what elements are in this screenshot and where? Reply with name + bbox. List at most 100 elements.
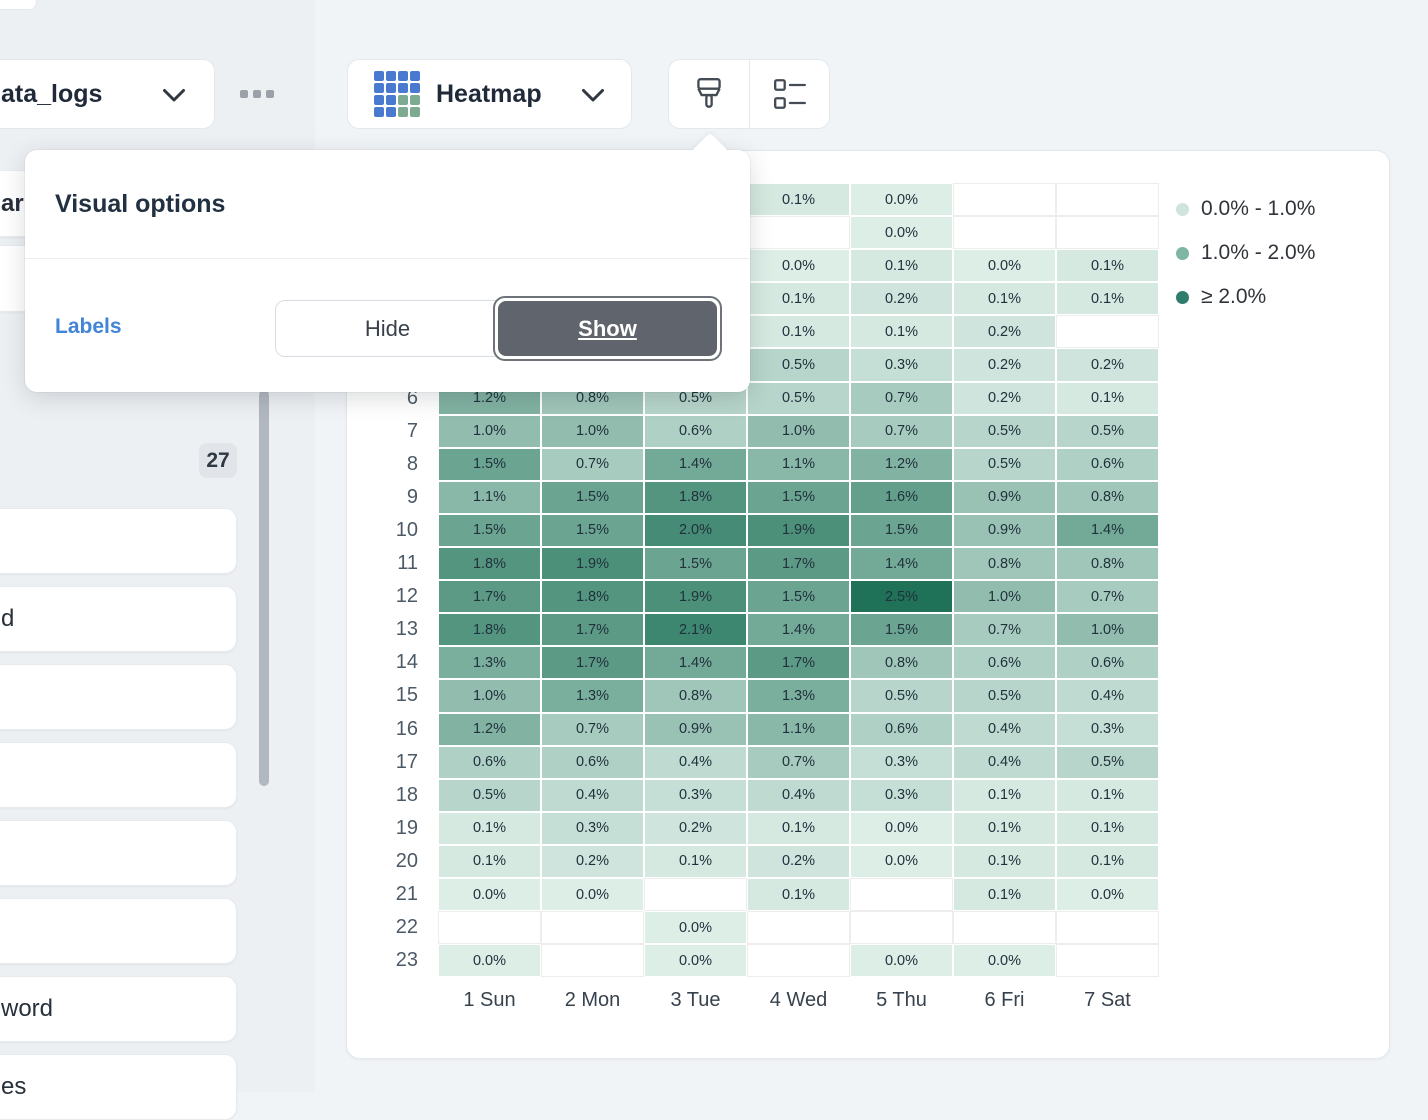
heatmap-cell[interactable]: 1.3% xyxy=(541,679,644,712)
heatmap-cell[interactable]: 1.2% xyxy=(438,713,541,746)
heatmap-cell[interactable]: 1.7% xyxy=(541,613,644,646)
heatmap-cell[interactable]: 1.7% xyxy=(747,646,850,679)
heatmap-cell[interactable]: 0.8% xyxy=(953,547,1056,580)
heatmap-cell[interactable]: 0.9% xyxy=(953,514,1056,547)
heatmap-cell[interactable]: 0.1% xyxy=(747,183,850,216)
heatmap-cell[interactable]: 0.5% xyxy=(1056,415,1159,448)
heatmap-cell[interactable]: 0.2% xyxy=(953,315,1056,348)
heatmap-cell[interactable]: 0.5% xyxy=(850,679,953,712)
heatmap-cell[interactable]: 2.1% xyxy=(644,613,747,646)
heatmap-cell[interactable]: 1.0% xyxy=(438,415,541,448)
heatmap-cell[interactable]: 0.3% xyxy=(850,348,953,381)
heatmap-cell[interactable]: 0.0% xyxy=(850,183,953,216)
heatmap-cell[interactable]: 0.6% xyxy=(644,415,747,448)
heatmap-cell[interactable]: 1.5% xyxy=(850,514,953,547)
heatmap-cell[interactable]: 1.8% xyxy=(644,481,747,514)
heatmap-cell[interactable]: 0.1% xyxy=(1056,249,1159,282)
heatmap-cell[interactable]: 0.5% xyxy=(747,348,850,381)
heatmap-cell[interactable]: 1.0% xyxy=(1056,613,1159,646)
heatmap-cell[interactable]: 0.1% xyxy=(1056,779,1159,812)
heatmap-cell[interactable]: 0.1% xyxy=(953,878,1056,911)
heatmap-cell[interactable]: 0.2% xyxy=(1056,348,1159,381)
heatmap-cell[interactable]: 0.7% xyxy=(541,713,644,746)
heatmap-cell[interactable]: 0.2% xyxy=(644,812,747,845)
heatmap-cell[interactable]: 0.2% xyxy=(747,845,850,878)
list-item[interactable] xyxy=(0,664,237,730)
list-item[interactable] xyxy=(0,742,237,808)
heatmap-cell[interactable]: 0.3% xyxy=(644,779,747,812)
heatmap-cell[interactable]: 1.0% xyxy=(541,415,644,448)
heatmap-cell[interactable]: 0.7% xyxy=(953,613,1056,646)
heatmap-cell[interactable]: 0.8% xyxy=(644,679,747,712)
heatmap-cell[interactable]: 0.8% xyxy=(1056,547,1159,580)
heatmap-cell[interactable]: 0.8% xyxy=(1056,481,1159,514)
heatmap-cell[interactable]: 1.7% xyxy=(541,646,644,679)
heatmap-cell[interactable]: 1.8% xyxy=(438,547,541,580)
heatmap-cell[interactable]: 0.1% xyxy=(747,282,850,315)
heatmap-cell[interactable]: 0.2% xyxy=(541,845,644,878)
heatmap-cell[interactable]: 1.5% xyxy=(644,547,747,580)
heatmap-cell[interactable]: 0.1% xyxy=(644,845,747,878)
heatmap-cell[interactable]: 0.0% xyxy=(850,216,953,249)
heatmap-cell[interactable]: 1.4% xyxy=(1056,514,1159,547)
heatmap-cell[interactable]: 0.1% xyxy=(1056,282,1159,315)
heatmap-cell[interactable]: 0.7% xyxy=(541,448,644,481)
heatmap-cell[interactable]: 0.0% xyxy=(1056,878,1159,911)
heatmap-cell[interactable]: 0.0% xyxy=(850,944,953,977)
heatmap-cell[interactable]: 0.0% xyxy=(953,249,1056,282)
heatmap-cell[interactable]: 1.4% xyxy=(644,646,747,679)
heatmap-cell[interactable]: 0.1% xyxy=(747,315,850,348)
heatmap-cell[interactable]: 0.9% xyxy=(644,713,747,746)
heatmap-cell[interactable]: 0.9% xyxy=(953,481,1056,514)
heatmap-cell[interactable]: 1.1% xyxy=(438,481,541,514)
list-item[interactable]: d xyxy=(0,586,237,652)
source-dropdown[interactable]: ata_logs xyxy=(0,59,215,129)
heatmap-cell[interactable]: 0.0% xyxy=(438,944,541,977)
heatmap-cell[interactable]: 1.7% xyxy=(438,580,541,613)
heatmap-cell[interactable]: 0.1% xyxy=(953,812,1056,845)
heatmap-cell[interactable]: 0.1% xyxy=(850,315,953,348)
heatmap-cell[interactable]: 0.1% xyxy=(747,812,850,845)
heatmap-cell[interactable]: 0.5% xyxy=(747,382,850,415)
heatmap-cell[interactable]: 0.4% xyxy=(953,713,1056,746)
list-item[interactable] xyxy=(0,508,237,574)
heatmap-cell[interactable]: 0.0% xyxy=(850,812,953,845)
heatmap-cell[interactable]: 1.6% xyxy=(850,481,953,514)
heatmap-cell[interactable]: 0.5% xyxy=(953,679,1056,712)
heatmap-cell[interactable]: 1.9% xyxy=(541,547,644,580)
heatmap-cell[interactable]: 0.6% xyxy=(541,746,644,779)
heatmap-cell[interactable]: 0.0% xyxy=(644,911,747,944)
heatmap-cell[interactable]: 0.3% xyxy=(850,746,953,779)
heatmap-cell[interactable]: 0.2% xyxy=(850,282,953,315)
heatmap-cell[interactable]: 1.5% xyxy=(438,514,541,547)
heatmap-cell[interactable]: 0.6% xyxy=(1056,448,1159,481)
heatmap-cell[interactable]: 0.1% xyxy=(1056,812,1159,845)
heatmap-cell[interactable]: 1.2% xyxy=(850,448,953,481)
heatmap-cell[interactable]: 0.5% xyxy=(953,448,1056,481)
heatmap-cell[interactable]: 1.0% xyxy=(747,415,850,448)
heatmap-cell[interactable]: 0.6% xyxy=(1056,646,1159,679)
more-button[interactable] xyxy=(240,88,276,100)
heatmap-cell[interactable]: 0.0% xyxy=(644,944,747,977)
heatmap-cell[interactable]: 0.1% xyxy=(438,812,541,845)
heatmap-cell[interactable]: 1.5% xyxy=(541,481,644,514)
heatmap-cell[interactable]: 0.5% xyxy=(953,415,1056,448)
heatmap-cell[interactable]: 0.4% xyxy=(1056,679,1159,712)
heatmap-cell[interactable]: 0.4% xyxy=(541,779,644,812)
heatmap-cell[interactable]: 1.3% xyxy=(438,646,541,679)
heatmap-cell[interactable]: 0.4% xyxy=(747,779,850,812)
heatmap-cell[interactable]: 0.0% xyxy=(953,944,1056,977)
heatmap-cell[interactable]: 1.0% xyxy=(953,580,1056,613)
heatmap-cell[interactable]: 0.3% xyxy=(541,812,644,845)
heatmap-cell[interactable]: 1.5% xyxy=(541,514,644,547)
heatmap-cell[interactable]: 2.5% xyxy=(850,580,953,613)
heatmap-cell[interactable]: 0.0% xyxy=(438,878,541,911)
heatmap-cell[interactable]: 1.4% xyxy=(850,547,953,580)
heatmap-cell[interactable]: 0.2% xyxy=(953,382,1056,415)
heatmap-cell[interactable]: 0.1% xyxy=(1056,845,1159,878)
heatmap-cell[interactable]: 0.6% xyxy=(850,713,953,746)
heatmap-cell[interactable]: 1.7% xyxy=(747,547,850,580)
heatmap-cell[interactable]: 0.1% xyxy=(1056,382,1159,415)
heatmap-cell[interactable]: 0.6% xyxy=(438,746,541,779)
heatmap-cell[interactable]: 0.1% xyxy=(850,249,953,282)
